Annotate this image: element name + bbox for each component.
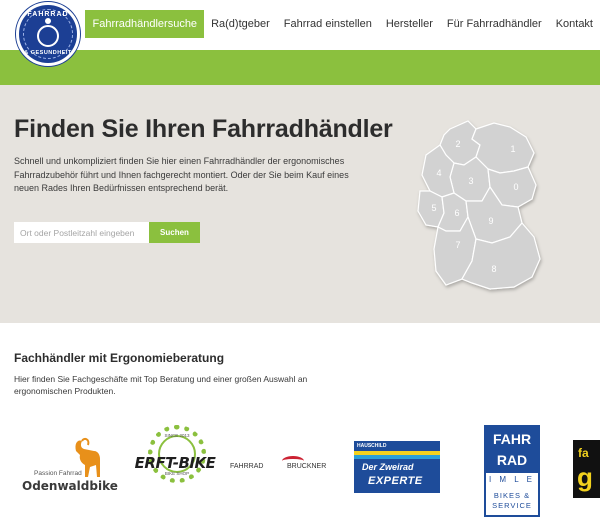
odenwald-tagline: Passion Fahrrad xyxy=(34,470,82,477)
logo-top-text: FAHRRAD xyxy=(27,11,69,18)
logo-wheel-icon xyxy=(37,25,59,47)
partner-logo-fahrrad-bruckner[interactable]: FAHRRAD BRUCKNER xyxy=(230,456,336,478)
partial-logo-line1: fa xyxy=(578,446,589,460)
bruckner-part1: FAHRRAD xyxy=(230,463,264,470)
erft-name: ERFT-BIKE xyxy=(134,454,216,472)
partial-logo-line2: g xyxy=(577,462,593,492)
search-button[interactable]: Suchen xyxy=(149,222,200,243)
germany-map-svg: 2 1 3 0 4 5 6 9 7 8 xyxy=(417,120,541,290)
zweirad-top: HAUSCHILD xyxy=(354,441,440,451)
map-label-9: 9 xyxy=(488,216,493,226)
nav-fahrradhaendlersuche[interactable]: Fahrradhändlersuche xyxy=(85,10,205,38)
partner-logo-zweirad-experte[interactable]: HAUSCHILD Der Zweirad EXPERTE xyxy=(350,441,442,495)
odenwald-name: Odenwaldbike xyxy=(22,479,118,493)
partner-logo-erft-bike[interactable]: SINCE 2013 ERFT-BIKE BIKE SHOP xyxy=(127,425,223,507)
imle-tag: BIKES & SERVICE xyxy=(492,491,532,510)
logo-rider-head xyxy=(45,18,51,24)
map-label-8: 8 xyxy=(491,264,496,274)
erft-since: SINCE 2013 xyxy=(164,433,190,438)
partner-logo-odenwaldbike[interactable]: Passion Fahrrad Odenwaldbike xyxy=(18,437,118,501)
hero-section: Finden Sie Ihren Fahrradhändler Schnell … xyxy=(0,85,600,323)
partner-logo-partial[interactable]: fa g xyxy=(573,440,600,498)
logo-bottom-text: & GESUNDHEIT xyxy=(24,50,72,56)
nav-radtgeber[interactable]: Ra(d)tgeber xyxy=(204,10,277,38)
map-label-5: 5 xyxy=(431,203,436,213)
hero-description: Schnell und unkompliziert finden Sie hie… xyxy=(14,156,349,193)
site-header: FAHRRAD & GESUNDHEIT Blog Fahrradhändler… xyxy=(0,0,600,66)
imle-name: I M L E xyxy=(488,475,536,484)
map-label-4: 4 xyxy=(436,168,441,178)
imle-block: FAHR RAD xyxy=(486,427,538,473)
section-description: Hier finden Sie Fachgeschäfte mit Top Be… xyxy=(14,374,308,396)
partner-logo-fahrrad-imle[interactable]: FAHR RAD I M L E BIKES & SERVICE xyxy=(484,425,540,517)
location-search-input[interactable] xyxy=(14,222,149,243)
bruckner-part2: BRUCKNER xyxy=(287,463,327,470)
map-label-0: 0 xyxy=(513,182,518,192)
nav-fuer-fahrradhaendler[interactable]: Für Fahrradhändler xyxy=(440,10,549,38)
nav-fahrrad-einstellen[interactable]: Fahrrad einstellen xyxy=(277,10,379,38)
nav-hersteller[interactable]: Hersteller xyxy=(379,10,440,38)
page-title: Finden Sie Ihren Fahrradhändler xyxy=(14,115,393,143)
nav-kontakt[interactable]: Kontakt xyxy=(549,10,600,38)
germany-region-map[interactable]: 2 1 3 0 4 5 6 9 7 8 xyxy=(410,115,560,300)
section-title: Fachhändler mit Ergonomieberatung xyxy=(14,351,225,365)
accent-bar xyxy=(0,50,600,85)
map-label-6: 6 xyxy=(454,208,459,218)
map-label-3: 3 xyxy=(468,176,473,186)
site-logo[interactable]: FAHRRAD & GESUNDHEIT xyxy=(16,2,80,66)
map-label-7: 7 xyxy=(455,240,460,250)
main-nav: Blog Fahrradhändlersuche Ra(d)tgeber Fah… xyxy=(27,10,600,38)
zweirad-line1: Der Zweirad xyxy=(362,462,414,472)
erft-shop: BIKE SHOP xyxy=(164,471,190,476)
zweirad-line2: EXPERTE xyxy=(368,475,423,487)
zweirad-stripes xyxy=(354,451,440,459)
map-label-2: 2 xyxy=(455,139,460,149)
map-label-1: 1 xyxy=(510,144,515,154)
